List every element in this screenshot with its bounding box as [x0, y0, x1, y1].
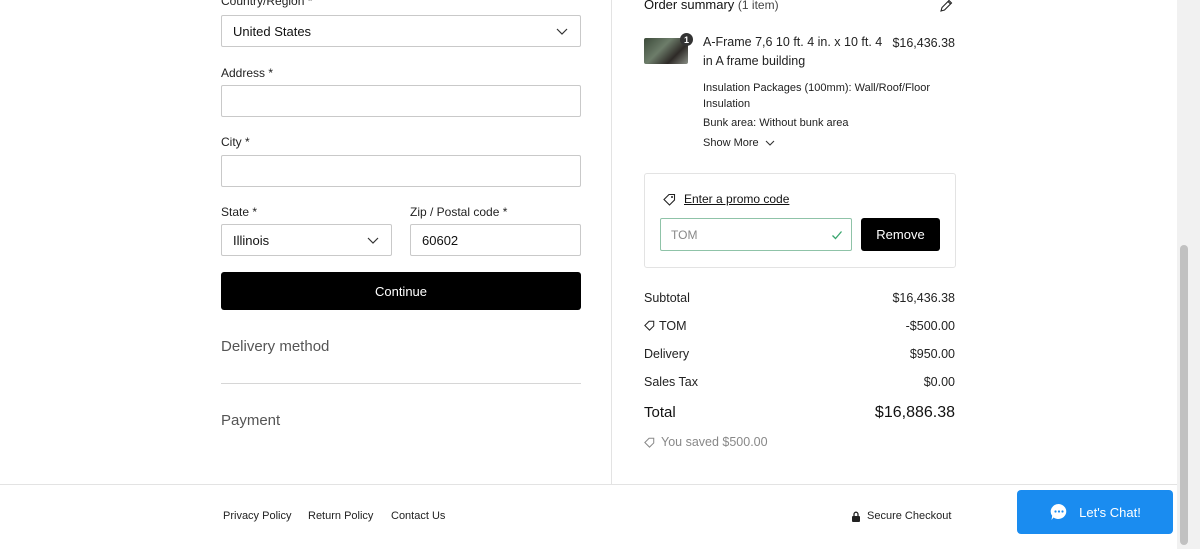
subtotal-value: $16,436.38 — [892, 291, 955, 305]
chevron-down-icon — [765, 140, 775, 146]
secure-checkout: Secure Checkout — [851, 510, 951, 522]
return-policy-link[interactable]: Return Policy — [308, 510, 373, 522]
contact-us-link[interactable]: Contact Us — [391, 510, 445, 522]
tag-icon — [644, 437, 655, 448]
show-more-label: Show More — [703, 137, 759, 149]
order-summary-column: Order summary (1 item) 1 A-Frame 7,6 10 … — [612, 0, 1177, 484]
country-value: United States — [233, 23, 312, 39]
promo-code-value: TOM — [671, 227, 698, 242]
privacy-policy-link[interactable]: Privacy Policy — [223, 510, 291, 522]
order-item-count: (1 item) — [737, 0, 779, 12]
zip-input[interactable]: 60602 — [410, 224, 581, 256]
tag-icon — [644, 320, 655, 331]
savings-text: You saved $500.00 — [661, 435, 768, 449]
check-icon — [832, 231, 842, 240]
promo-code-panel: Enter a promo code TOM Remove — [644, 173, 956, 268]
product-name: A-Frame 7,6 10 ft. 4 in. x 10 ft. 4 in A… — [703, 35, 883, 68]
discount-label: TOM — [659, 319, 687, 333]
delivery-value: $950.00 — [909, 347, 955, 361]
delivery-method-heading[interactable]: Delivery method — [221, 338, 329, 355]
promo-code-input[interactable]: TOM — [660, 218, 852, 251]
section-divider — [221, 383, 581, 384]
tag-icon — [663, 193, 676, 206]
show-more-link[interactable]: Show More — [703, 137, 775, 149]
total-row: Total $16,886.38 — [644, 404, 955, 421]
enter-promo-link[interactable]: Enter a promo code — [663, 192, 789, 206]
subtotal-label: Subtotal — [644, 291, 690, 305]
chat-bubble-icon — [1050, 503, 1067, 520]
state-value: Illinois — [233, 232, 270, 248]
discount-value: -$500.00 — [905, 319, 955, 333]
total-value: $16,886.38 — [874, 404, 955, 421]
lock-icon — [852, 511, 860, 522]
secure-checkout-label: Secure Checkout — [867, 510, 952, 522]
delivery-row: Delivery $950.00 — [644, 347, 955, 361]
chat-button[interactable]: Let's Chat! — [1017, 490, 1173, 534]
order-summary-heading: Order summary — [644, 0, 735, 12]
savings-note: You saved $500.00 — [644, 435, 768, 449]
country-label: Country/Region * — [221, 0, 313, 8]
sales-tax-row: Sales Tax $0.00 — [644, 375, 955, 389]
state-label: State * — [221, 205, 258, 219]
shipping-column: Country/Region * United States Address *… — [0, 0, 612, 484]
sales-tax-value: $0.00 — [923, 375, 955, 389]
total-label: Total — [644, 404, 676, 421]
payment-heading[interactable]: Payment — [221, 412, 280, 429]
address-label: Address * — [221, 66, 274, 80]
product-option: Bunk area: Without bunk area — [703, 117, 849, 129]
chevron-down-icon — [556, 28, 568, 35]
enter-promo-label: Enter a promo code — [684, 192, 790, 206]
city-input[interactable] — [221, 155, 581, 187]
quantity-badge: 1 — [680, 33, 693, 46]
country-select[interactable]: United States — [221, 15, 581, 47]
address-input[interactable] — [221, 85, 581, 117]
chat-label: Let's Chat! — [1079, 504, 1141, 520]
sales-tax-label: Sales Tax — [644, 375, 698, 389]
chevron-down-icon — [367, 237, 379, 244]
continue-button[interactable]: Continue — [221, 272, 581, 310]
pencil-icon[interactable] — [938, 0, 954, 14]
scrollbar-thumb[interactable] — [1180, 245, 1188, 545]
subtotal-row: Subtotal $16,436.38 — [644, 291, 955, 305]
order-summary-title: Order summary (1 item) — [644, 0, 779, 12]
city-label: City * — [221, 135, 250, 149]
product-price: $16,436.38 — [892, 36, 955, 50]
product-option: Insulation Packages (100mm): Wall/Roof/F… — [703, 82, 931, 110]
footer-divider — [0, 484, 1177, 485]
zip-label: Zip / Postal code * — [410, 205, 508, 219]
remove-promo-button[interactable]: Remove — [861, 218, 940, 251]
discount-row: TOM -$500.00 — [644, 319, 955, 333]
delivery-label: Delivery — [644, 347, 690, 361]
state-select[interactable]: Illinois — [221, 224, 392, 256]
